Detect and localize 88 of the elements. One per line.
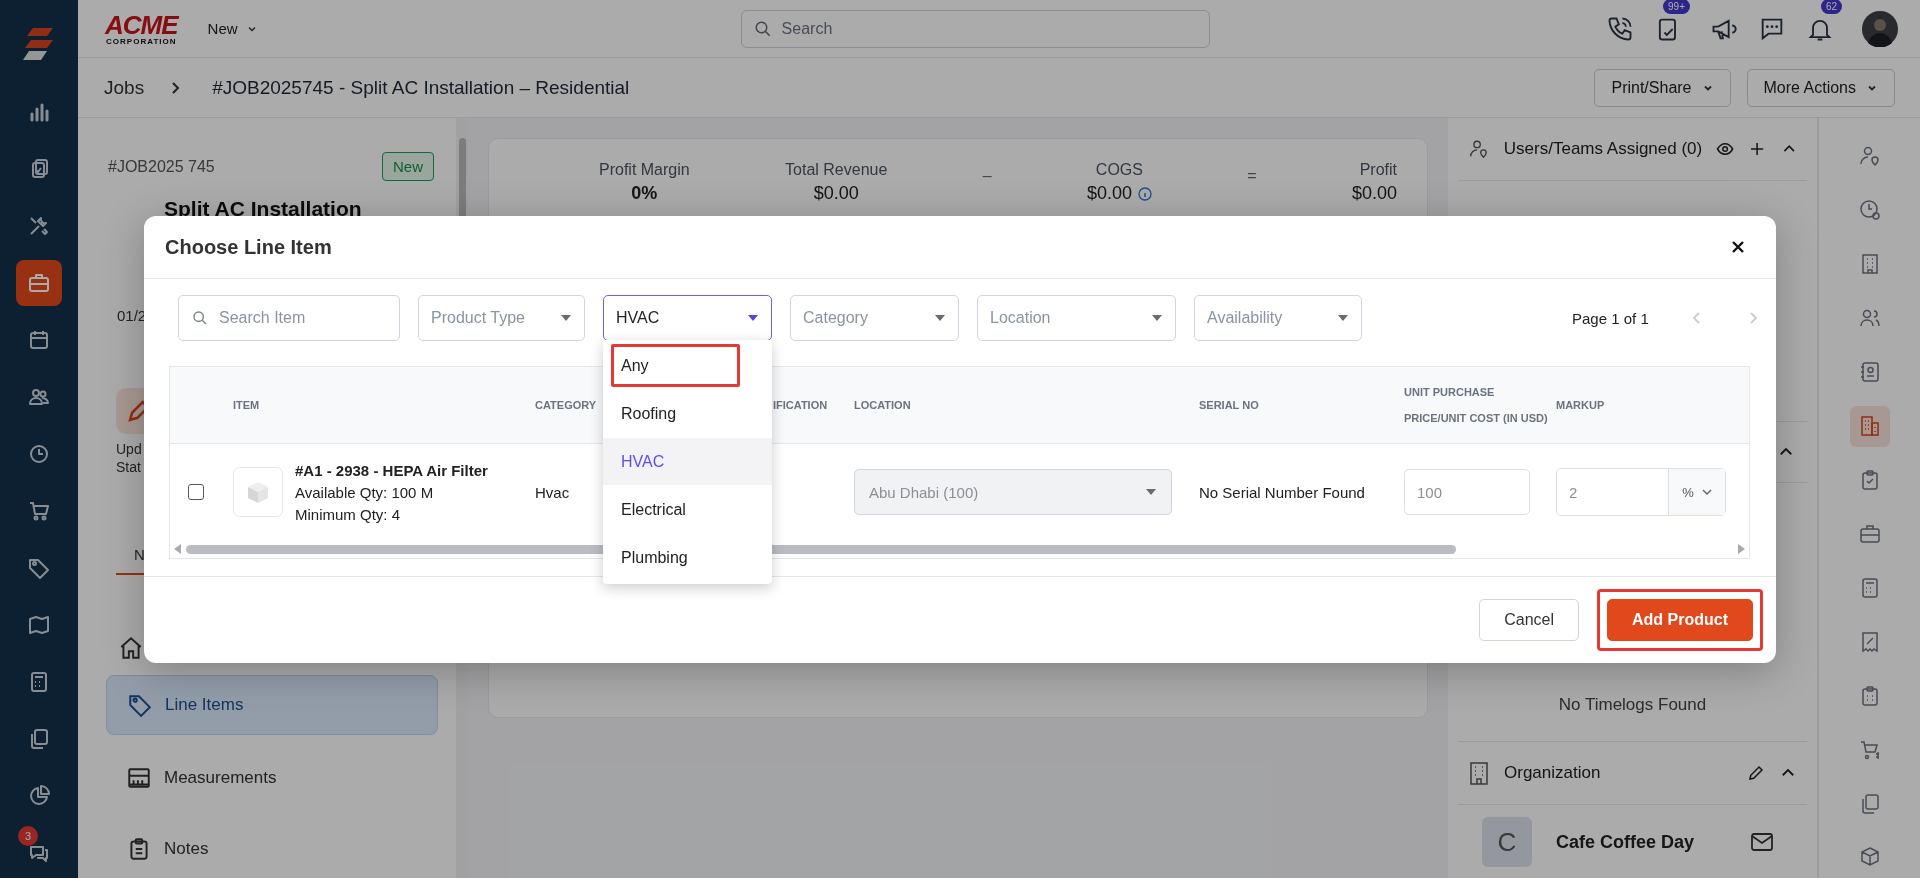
clock-icon <box>27 442 51 466</box>
column-header: SERIAL NO <box>1199 398 1259 413</box>
caret-icon <box>560 314 572 322</box>
avatar[interactable] <box>1862 10 1898 47</box>
panel-menu-item[interactable]: Measurements <box>106 748 438 807</box>
calendar-icon <box>27 328 51 352</box>
section-title: Users/Teams Assigned (0) <box>1503 139 1703 159</box>
column-header: UNIT PURCHASE PRICE/UNIT COST (IN USD) <box>1404 385 1548 426</box>
search-icon <box>753 19 772 38</box>
equals-sign: = <box>1247 167 1257 185</box>
metric-value: $0.00 <box>1351 183 1397 204</box>
job-number: #JOB2025 745 <box>108 157 215 176</box>
product-name: #A1 - 2938 - HEPA Air Filter <box>295 461 488 479</box>
available-quantity: Available Qty: 100 M <box>295 483 435 501</box>
caret-icon <box>1145 488 1157 496</box>
logo-subtitle: CORPORATION <box>106 37 177 46</box>
tools-icon <box>27 214 51 238</box>
nav-button[interactable] <box>16 260 62 306</box>
breadcrumb-link[interactable]: Jobs <box>104 76 145 99</box>
row-checkbox[interactable] <box>187 484 204 500</box>
dropdown-option[interactable]: Plumbing <box>603 534 772 581</box>
pie-chart-icon <box>27 784 51 808</box>
notifications-button[interactable]: 62 <box>1806 0 1842 43</box>
dropdown-option[interactable]: Electrical <box>603 486 772 533</box>
job-name: Split AC Installation <box>164 197 363 221</box>
new-menu-button[interactable]: New <box>201 19 264 38</box>
column-header: ITEM <box>233 398 260 413</box>
search-icon <box>192 310 208 326</box>
minimum-quantity: Minimum Qty: 4 <box>295 505 401 523</box>
modal-title: Choose Line Item <box>165 235 332 259</box>
caret-icon <box>747 314 759 322</box>
dropdown-option[interactable]: Roofing <box>603 390 772 437</box>
column-header: MARKUP <box>1556 398 1605 413</box>
metric-label: Profit <box>1359 161 1397 179</box>
metric-value: $0.00 <box>813 183 859 204</box>
chat-count-badge: 3 <box>18 826 38 846</box>
job-date: 01/2 <box>117 307 147 324</box>
empty-message: No Timelogs Found <box>1557 695 1708 716</box>
action-menu-button[interactable]: Print/Share <box>1594 68 1731 107</box>
company-logo[interactable]: ACME CORPORATION <box>105 11 178 46</box>
search-field[interactable]: Search <box>740 9 1210 48</box>
logo-title: ACME <box>105 11 178 38</box>
tag-icon <box>27 556 51 580</box>
minus-sign: – <box>982 167 992 185</box>
caret-icon <box>1151 314 1163 322</box>
add-product-button[interactable]: Add Product <box>1607 599 1753 641</box>
organization-avatar: C <box>1482 817 1532 867</box>
mail-icon[interactable] <box>1751 833 1773 851</box>
cancel-button[interactable]: Cancel <box>1479 599 1579 641</box>
info-icon[interactable] <box>1137 186 1152 201</box>
metric-label: Profit Margin <box>599 161 690 179</box>
page-indicator: Page 1 of 1 <box>1572 309 1649 327</box>
column-header: CATEGORY <box>535 398 597 413</box>
page-title: #JOB2025745 - Split AC Installation – Residential <box>212 76 630 99</box>
caret-icon <box>934 314 946 322</box>
panel-menu-item[interactable]: Line Items <box>106 675 438 735</box>
clock-icon <box>1857 198 1882 223</box>
close-icon[interactable] <box>1730 239 1746 255</box>
building-icon <box>1468 761 1490 785</box>
briefcase-icon <box>27 271 51 295</box>
pencil-icon[interactable] <box>1747 764 1765 782</box>
search-field[interactable]: Search Item <box>178 295 400 341</box>
column-header: LOCATION <box>854 398 911 413</box>
table-cell: No Serial Number Found <box>1199 483 1365 501</box>
section-title: Organization <box>1504 763 1602 783</box>
table-cell: Hvac <box>535 483 570 501</box>
dropdown-option[interactable]: HVAC <box>603 438 772 485</box>
tasks-count-badge: 99+ <box>1663 0 1690 14</box>
metric-label: COGS <box>1095 161 1143 179</box>
metric-value: 0% <box>631 183 658 204</box>
panel-toggle-button[interactable] <box>1849 405 1890 447</box>
tag-icon <box>127 692 153 719</box>
cart-icon <box>27 499 51 523</box>
map-icon <box>27 613 51 637</box>
column-header: IFICATION <box>773 398 828 413</box>
dropdown-option[interactable]: Any <box>609 342 742 389</box>
home-icon[interactable] <box>118 635 144 662</box>
metric-value: $0.00 <box>1086 183 1132 204</box>
user-location-icon <box>1857 144 1882 169</box>
metric-label: Total Revenue <box>785 161 888 179</box>
organization-name[interactable]: Cafe Coffee Day <box>1556 831 1727 853</box>
status-badge: New <box>382 152 434 181</box>
tasks-button[interactable]: 99+ <box>1654 0 1690 43</box>
product-thumbnail <box>233 467 283 517</box>
panel-menu-item[interactable]: Notes <box>106 820 438 878</box>
action-menu-button[interactable]: More Actions <box>1746 68 1895 107</box>
notification-count-badge: 62 <box>1820 0 1842 14</box>
caret-icon <box>1337 314 1349 322</box>
